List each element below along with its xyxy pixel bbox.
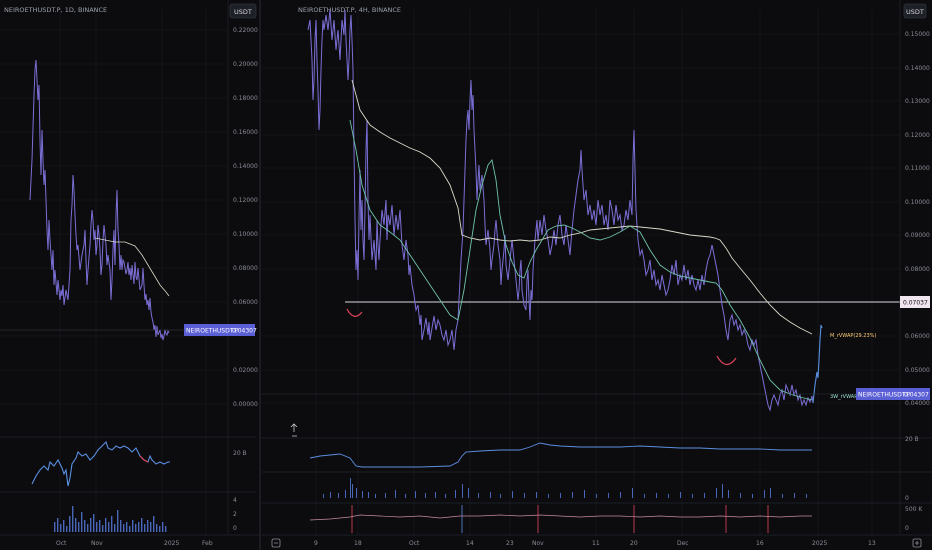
left-x-tick: 2025: [164, 540, 179, 547]
right-sub2-tick: 0: [905, 495, 909, 502]
right-price-badge-symbol: NEIROETHUSDT.P: [858, 392, 911, 399]
right-sub1-tick: 20 B: [905, 436, 919, 443]
left-sub2-tick: 0: [233, 525, 237, 532]
right-y-tick: 0.13000: [905, 98, 930, 105]
monthly-rvwap-label: M_rVWAP(29.23%): [830, 333, 876, 339]
right-y-tick: 0.11000: [905, 165, 930, 172]
right-y-tick: 0.08000: [905, 266, 930, 273]
left-y-tick: 0.20000: [233, 61, 258, 68]
right-x-tick: Dec: [677, 540, 689, 547]
right-x-tick: 11: [592, 540, 600, 547]
right-x-tick: 13: [868, 540, 876, 547]
left-y-tick: 0.10000: [233, 231, 258, 238]
left-currency-label: USDT: [234, 8, 252, 16]
right-x-tick: 2025: [812, 540, 827, 547]
left-y-tick: 0.22000: [233, 27, 258, 34]
right-x-tick: Oct: [409, 540, 420, 547]
right-x-tick: 20: [630, 540, 638, 547]
right-sub3-tick-low: 0: [905, 525, 909, 532]
left-y-tick: 0.00000: [233, 401, 258, 408]
left-y-tick: 0.08000: [233, 265, 258, 272]
left-x-tick: Feb: [202, 540, 213, 547]
left-sub1-tick: 20 B: [233, 450, 247, 457]
horizontal-level-value: 0.07037: [903, 300, 928, 307]
right-currency-label: USDT: [906, 8, 924, 16]
left-price-badge-value: 0.04307: [232, 328, 257, 335]
left-x-tick: Nov: [91, 540, 103, 547]
left-sub2-tick: 4: [233, 497, 237, 504]
left-sub2-tick: 2: [233, 511, 237, 518]
right-y-tick: 0.05000: [905, 367, 930, 374]
right-price-badge-value: 0.04307: [904, 392, 929, 399]
left-y-tick: 0.12000: [233, 197, 258, 204]
right-x-tick: 16: [756, 540, 764, 547]
left-y-tick: 0.06000: [233, 299, 258, 306]
right-x-tick: 9: [314, 540, 318, 547]
right-x-tick: 18: [354, 540, 362, 547]
right-y-tick: 0.14000: [905, 65, 930, 72]
left-x-tick: Oct: [56, 540, 67, 547]
right-y-tick: 0.12000: [905, 132, 930, 139]
right-sub3-tick: 500 K: [905, 506, 923, 513]
left-y-tick: 0.16000: [233, 129, 258, 136]
right-y-tick: 0.10000: [905, 199, 930, 206]
right-y-tick: 0.09000: [905, 232, 930, 239]
right-x-tick: 14: [466, 540, 474, 547]
left-y-tick: 0.02000: [233, 367, 258, 374]
right-y-tick: 0.04000: [905, 400, 930, 407]
right-symbol-title: NEIROETHUSDT.P, 4H, BINANCE: [298, 6, 401, 14]
right-y-tick: 0.15000: [905, 31, 930, 38]
right-x-tick: 23: [506, 540, 514, 547]
chart-workspace: NEIROETHUSDT.P, 1D, BINANCE USDT 0.22000…: [0, 0, 932, 550]
left-y-tick: 0.14000: [233, 163, 258, 170]
right-x-tick: Nov: [532, 540, 544, 547]
right-y-tick: 0.06000: [905, 333, 930, 340]
left-price-badge-symbol: NEIROETHUSDT.P: [186, 328, 239, 335]
left-y-tick: 0.18000: [233, 95, 258, 102]
left-symbol-title: NEIROETHUSDT.P, 1D, BINANCE: [4, 6, 107, 14]
